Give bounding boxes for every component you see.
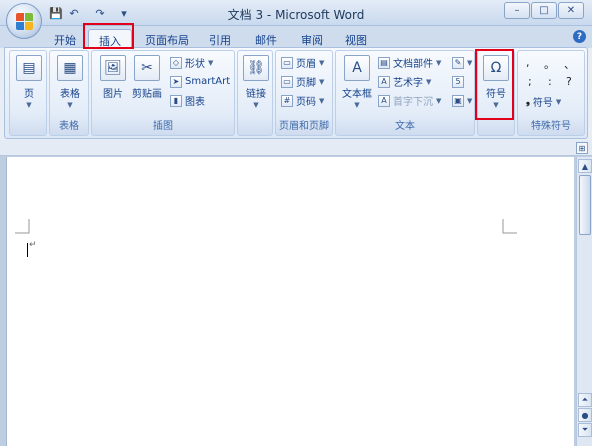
table-button[interactable]: ▦ 表格 ▼: [53, 55, 87, 109]
next-page-icon[interactable]: ⏷: [578, 423, 592, 437]
picture-button[interactable]: 🖼 图片: [96, 55, 130, 100]
scroll-thumb[interactable]: [579, 175, 591, 235]
tab-view[interactable]: 视图: [338, 29, 374, 48]
footer-button[interactable]: ▭ 页脚 ▼: [281, 73, 324, 90]
shapes-button[interactable]: ◇ 形状 ▼: [170, 54, 213, 71]
footer-icon: ▭: [281, 75, 293, 88]
header-button[interactable]: ▭ 页眉 ▼: [281, 54, 324, 71]
group-illustrations: 🖼 图片 ✂ 剪贴画 ◇ 形状 ▼ ➤ SmartArt ▮ 图表 插图: [91, 50, 235, 136]
group-header-footer: ▭ 页眉 ▼ ▭ 页脚 ▼ # 页码 ▼ 页眉和页脚: [275, 50, 333, 136]
margin-corner-right: [502, 219, 517, 234]
chevron-down-icon: ▼: [319, 77, 325, 86]
group-text: A 文本框 ▼ ▤ 文档部件 ▼ A 艺术字 ▼ A 首字下沉 ▼ ✎ ▼ 5 …: [335, 50, 475, 136]
symbol-mark-icon: ❟: [526, 96, 530, 107]
chart-icon: ▮: [170, 94, 182, 107]
chevron-down-icon: ▼: [208, 58, 214, 67]
minimize-button[interactable]: –: [504, 2, 530, 19]
browse-object-icon[interactable]: ●: [578, 408, 592, 422]
window-controls: – □ ✕: [504, 2, 584, 19]
chevron-down-icon: ▼: [436, 96, 442, 105]
previous-page-icon[interactable]: ⏶: [578, 393, 592, 407]
tab-page-layout[interactable]: 页面布局: [140, 29, 194, 48]
chevron-down-icon: ▼: [26, 101, 32, 109]
chevron-down-icon: ▼: [467, 58, 473, 67]
chevron-down-icon: ▼: [319, 96, 325, 105]
tab-mailings[interactable]: 邮件: [248, 29, 284, 48]
office-logo-icon: [16, 13, 33, 30]
wordart-icon: A: [378, 75, 390, 88]
date-time-button[interactable]: 5: [452, 73, 464, 90]
group-label-illustrations: 插图: [153, 121, 173, 132]
ruler-strip: [0, 140, 592, 156]
margin-corner-left: [15, 219, 30, 234]
chevron-down-icon: ▼: [467, 96, 473, 105]
dropcap-button[interactable]: A 首字下沉 ▼: [378, 92, 441, 109]
wordart-button[interactable]: A 艺术字 ▼: [378, 73, 431, 90]
chevron-down-icon: ▼: [354, 101, 360, 109]
ruler-toggle-icon[interactable]: ⊞: [576, 142, 588, 154]
group-label-special-symbols: 特殊符号: [531, 121, 571, 132]
shapes-icon: ◇: [170, 56, 182, 69]
textbox-button[interactable]: A 文本框 ▼: [340, 55, 374, 109]
office-button[interactable]: [6, 3, 42, 39]
help-icon[interactable]: ?: [573, 30, 586, 43]
symbol-comma[interactable]: ,: [526, 56, 530, 69]
signature-icon: ✎: [452, 56, 464, 69]
chart-button[interactable]: ▮ 图表: [170, 92, 205, 109]
quickparts-icon: ▤: [378, 56, 390, 69]
textbox-icon: A: [344, 55, 370, 81]
chevron-down-icon: ▼: [436, 58, 442, 67]
group-label-table: 表格: [59, 121, 79, 132]
chevron-down-icon: ▼: [319, 58, 325, 67]
chevron-down-icon: ▼: [555, 97, 562, 106]
group-table: ▦ 表格 ▼ 表格: [49, 50, 89, 136]
group-special-symbols: , 。 、 ; : ? ❟ 符号 ▼ 特殊符号: [517, 50, 585, 136]
smartart-icon: ➤: [170, 75, 182, 88]
close-button[interactable]: ✕: [558, 2, 584, 19]
page-icon: ▤: [16, 55, 42, 81]
smartart-button[interactable]: ➤ SmartArt: [170, 73, 230, 90]
tab-review[interactable]: 审阅: [294, 29, 330, 48]
symbol-enumeration-comma[interactable]: 、: [564, 56, 575, 72]
text-cursor: [27, 243, 28, 257]
tab-references[interactable]: 引用: [202, 29, 238, 48]
group-label-text: 文本: [395, 121, 415, 132]
header-icon: ▭: [281, 56, 293, 69]
pages-button[interactable]: ▤ 页 ▼: [12, 55, 46, 109]
date-time-icon: 5: [452, 75, 464, 88]
symbol-semicolon[interactable]: ;: [528, 75, 532, 88]
chevron-down-icon: ▼: [253, 101, 259, 109]
clipart-button[interactable]: ✂ 剪贴画: [130, 55, 164, 100]
symbol-period[interactable]: 。: [544, 56, 555, 72]
symbol-question[interactable]: ?: [566, 75, 572, 88]
object-icon: ▣: [452, 94, 464, 107]
tab-home[interactable]: 开始: [46, 29, 84, 48]
highlight-insert-tab: [83, 23, 134, 49]
page-number-icon: #: [281, 94, 293, 107]
symbol-colon[interactable]: :: [548, 75, 552, 88]
table-icon: ▦: [57, 55, 83, 81]
maximize-button[interactable]: □: [531, 2, 557, 19]
highlight-symbol-button: [475, 49, 514, 120]
group-pages: ▤ 页 ▼: [9, 50, 47, 136]
page-number-button[interactable]: # 页码 ▼: [281, 92, 324, 109]
chevron-down-icon: ▼: [426, 77, 432, 86]
vertical-scrollbar[interactable]: ▲ ⏶ ● ⏷: [576, 157, 592, 446]
object-button[interactable]: ▣ ▼: [452, 92, 472, 109]
link-icon: ⛓: [243, 55, 269, 81]
scroll-up-icon[interactable]: ▲: [578, 159, 592, 173]
chevron-down-icon: ▼: [67, 101, 73, 109]
group-label-header-footer: 页眉和页脚: [279, 121, 329, 132]
quickparts-button[interactable]: ▤ 文档部件 ▼: [378, 54, 441, 71]
paragraph-mark: ↵: [29, 240, 37, 250]
special-symbol-button[interactable]: ❟ 符号 ▼: [526, 93, 561, 110]
dropcap-icon: A: [378, 94, 390, 107]
links-button[interactable]: ⛓ 链接 ▼: [239, 55, 273, 109]
signature-line-button[interactable]: ✎ ▼: [452, 54, 472, 71]
document-page[interactable]: [6, 157, 574, 446]
clipart-icon: ✂: [134, 55, 160, 81]
picture-icon: 🖼: [100, 55, 126, 81]
group-links: ⛓ 链接 ▼: [237, 50, 273, 136]
